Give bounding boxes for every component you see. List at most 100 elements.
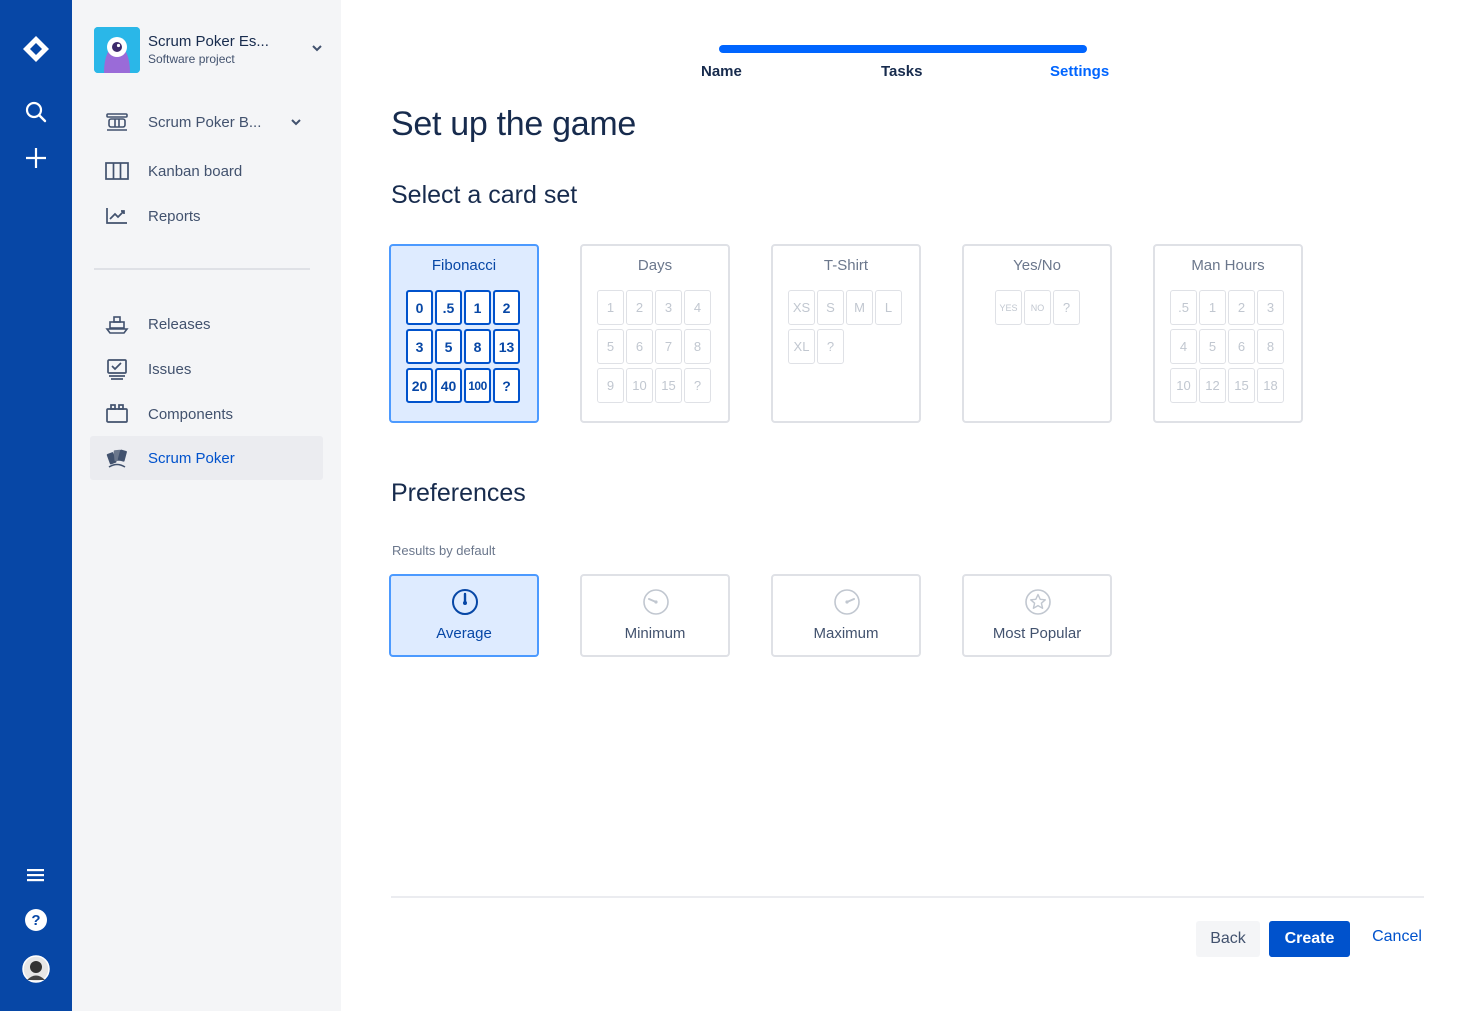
card: 8 (1257, 329, 1284, 364)
sidebar-item-label: Kanban board (148, 162, 243, 180)
menu-icon[interactable] (18, 857, 54, 893)
sidebar-item-label: Reports (148, 207, 201, 225)
card: 2 (493, 290, 520, 325)
card-set-name: Man Hours (1191, 257, 1265, 274)
card: 3 (655, 290, 682, 325)
step-name: Name (701, 63, 742, 80)
card-set-name: T-Shirt (823, 257, 869, 274)
step-tasks: Tasks (881, 63, 923, 80)
pref-label: Minimum (624, 625, 686, 642)
sidebar-item-reports[interactable]: Reports (90, 194, 323, 238)
card-set-man-hours[interactable]: Man Hours .5 1 2 3 4 5 6 8 10 12 15 18 (1153, 244, 1303, 423)
card-set-name: Fibonacci (431, 257, 497, 274)
pref-average[interactable]: Average (389, 574, 539, 657)
card: M (846, 290, 873, 325)
project-switcher[interactable]: Scrum Poker Es... Software project (94, 27, 324, 73)
project-avatar (94, 27, 140, 73)
pref-most-popular[interactable]: Most Popular (962, 574, 1112, 657)
user-avatar[interactable] (18, 951, 54, 987)
card: XL (788, 329, 815, 364)
sidebar-item-releases[interactable]: Releases (90, 302, 323, 346)
card: ? (684, 368, 711, 403)
sidebar-item-scrum-poker[interactable]: Scrum Poker (90, 436, 323, 480)
reports-icon (104, 204, 130, 228)
card: 1 (1199, 290, 1226, 325)
sidebar-item-label: Components (148, 405, 234, 423)
card: 4 (684, 290, 711, 325)
card: 10 (1170, 368, 1197, 403)
card-set-days[interactable]: Days 1 2 3 4 5 6 7 8 9 10 15 ? (580, 244, 730, 423)
card: 5 (1199, 329, 1226, 364)
pref-minimum[interactable]: Minimum (580, 574, 730, 657)
card: 3 (406, 329, 433, 364)
footer-divider (391, 896, 1424, 898)
pref-maximum[interactable]: Maximum (771, 574, 921, 657)
back-button[interactable]: Back (1196, 921, 1260, 957)
jira-logo-icon[interactable] (18, 31, 54, 67)
card: 15 (1228, 368, 1255, 403)
card-set-name: Days (637, 257, 673, 274)
sidebar-item-issues[interactable]: Issues (90, 347, 323, 391)
sidebar-item-components[interactable]: Components (90, 392, 323, 436)
card: 2 (1228, 290, 1255, 325)
step-settings: Settings (1050, 63, 1110, 80)
card-set-name: Yes/No (1013, 257, 1061, 274)
card: 1 (597, 290, 624, 325)
cancel-button[interactable]: Cancel (1364, 919, 1430, 955)
pref-label: Maximum (813, 625, 879, 642)
help-icon[interactable]: ? (18, 902, 54, 938)
issues-icon (104, 357, 130, 381)
card: 3 (1257, 290, 1284, 325)
card: ? (817, 329, 844, 364)
card: 1 (464, 290, 491, 325)
card: 13 (493, 329, 520, 364)
gauge-maximum-icon (833, 588, 861, 616)
gauge-average-icon (451, 588, 479, 616)
card-set-yes-no[interactable]: Yes/No YES NO ? (962, 244, 1112, 423)
card-set-t-shirt[interactable]: T-Shirt XS S M L XL ? (771, 244, 921, 423)
card: L (875, 290, 902, 325)
preferences-heading: Preferences (391, 479, 526, 507)
card-set-fibonacci[interactable]: Fibonacci 0 .5 1 2 3 5 8 13 20 40 100 ? (389, 244, 539, 423)
card: 10 (626, 368, 653, 403)
page-title: Set up the game (391, 105, 637, 143)
scrum-poker-icon (104, 446, 130, 470)
card: 20 (406, 368, 433, 403)
kanban-icon (104, 159, 130, 183)
create-button[interactable]: Create (1269, 921, 1350, 957)
project-sidebar: Scrum Poker Es... Software project Scrum… (72, 0, 341, 1011)
card: S (817, 290, 844, 325)
pref-label: Most Popular (992, 625, 1082, 642)
components-icon (104, 402, 130, 426)
sidebar-item-label: Releases (148, 315, 211, 333)
project-type: Software project (148, 52, 235, 66)
card: 8 (464, 329, 491, 364)
chevron-down-icon[interactable] (289, 115, 303, 134)
releases-icon (104, 312, 130, 336)
chevron-down-icon[interactable] (310, 41, 324, 60)
card: 100 (464, 368, 491, 403)
sidebar-item-label: Scrum Poker B... (148, 113, 262, 131)
sidebar-item-label: Scrum Poker (148, 449, 235, 467)
star-icon (1024, 588, 1052, 616)
card: 6 (626, 329, 653, 364)
card: 5 (435, 329, 462, 364)
board-icon (104, 110, 130, 134)
project-name: Scrum Poker Es... (148, 33, 269, 50)
gauge-minimum-icon (642, 588, 670, 616)
card: 0 (406, 290, 433, 325)
create-plus-icon[interactable] (18, 140, 54, 176)
sidebar-item-kanban[interactable]: Kanban board (90, 149, 323, 193)
card-set-heading: Select a card set (391, 181, 578, 209)
card: 6 (1228, 329, 1255, 364)
card: ? (1053, 290, 1080, 325)
search-icon[interactable] (18, 94, 54, 130)
sidebar-item-board[interactable]: Scrum Poker B... (90, 100, 323, 144)
card: XS (788, 290, 815, 325)
svg-text:?: ? (31, 912, 40, 929)
card: 9 (597, 368, 624, 403)
card: 15 (655, 368, 682, 403)
card: 40 (435, 368, 462, 403)
card: 4 (1170, 329, 1197, 364)
global-nav: ? (0, 0, 72, 1011)
